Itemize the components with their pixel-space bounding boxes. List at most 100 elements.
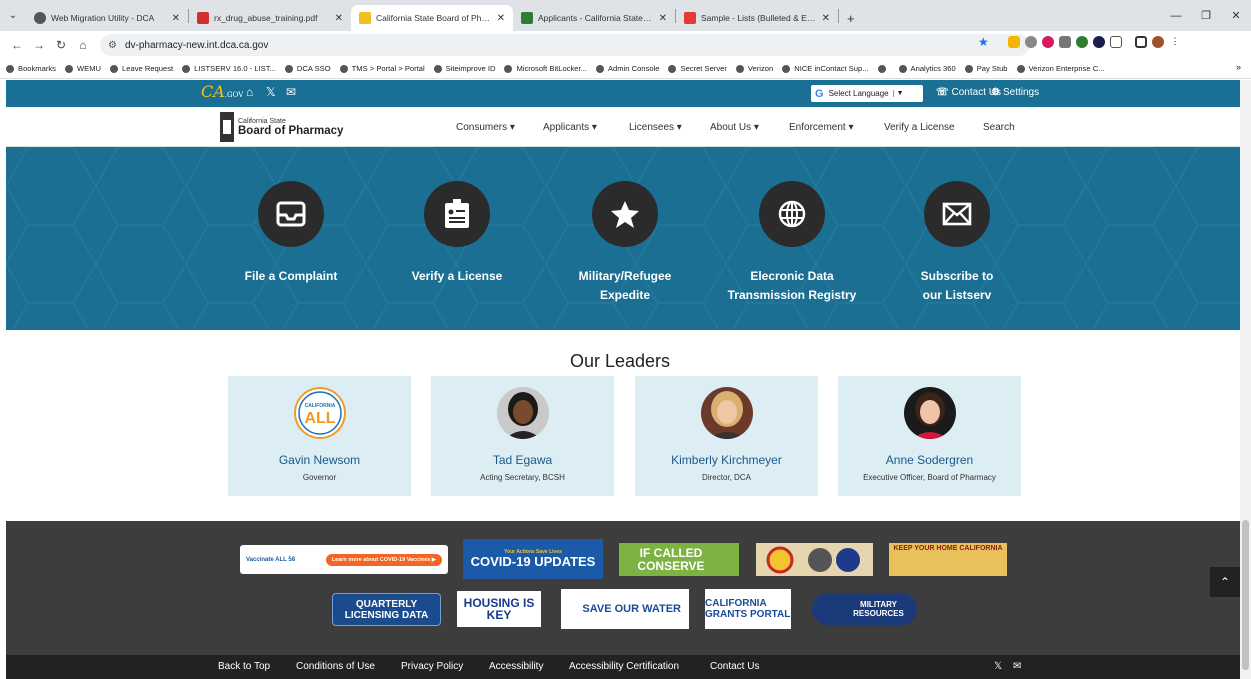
puzzle-icon[interactable] [1110, 36, 1122, 48]
browser-tab[interactable]: rx_drug_abuse_training.pdf ✕ [189, 5, 351, 31]
bookmark-favicon [1016, 64, 1025, 73]
settings-link[interactable]: ⚙ Settings [991, 87, 1039, 98]
new-tab-button[interactable]: + [839, 5, 863, 31]
action-verify-license[interactable]: Verify a License [367, 181, 547, 286]
board-logo[interactable]: California State Board of Pharmacy [220, 112, 343, 142]
extension-icon[interactable] [1076, 36, 1088, 48]
bookmark-star-icon[interactable]: ★ [978, 35, 989, 49]
forward-icon[interactable]: → [28, 38, 50, 52]
profile-icon[interactable] [1152, 36, 1164, 48]
bookmark-item[interactable]: Leave Request [110, 64, 173, 73]
email-icon[interactable]: ✉ [286, 85, 296, 99]
nav-consumers[interactable]: Consumers ▾ [456, 122, 515, 133]
x-icon[interactable]: 𝕏 [994, 661, 1002, 672]
minimize-icon[interactable]: — [1161, 10, 1191, 22]
ca-gov-logo[interactable]: CA.GOV [201, 82, 243, 101]
action-edtr[interactable]: Elecronic Data Transmission Registry [702, 181, 882, 305]
vaccinate-banner[interactable]: Vaccinate ALL 58 Learn more about COVID-… [240, 545, 448, 574]
scroll-to-top-button[interactable]: ⌃ [1210, 567, 1240, 597]
footer-link[interactable]: Contact Us [710, 661, 759, 672]
leader-card[interactable]: Kimberly Kirchmeyer Director, DCA [635, 376, 818, 496]
extension-icon[interactable] [1059, 36, 1071, 48]
covid-banner[interactable]: Your Actions Save Lives COVID-19 UPDATES [463, 539, 603, 579]
extension-icon[interactable] [1008, 36, 1020, 48]
scrollbar-thumb[interactable] [1242, 520, 1249, 670]
bookmark-item[interactable]: NICE inContact Sup... [782, 64, 869, 73]
nav-enforcement[interactable]: Enforcement ▾ [789, 122, 854, 133]
extension-icon[interactable] [1025, 36, 1037, 48]
browser-tab[interactable]: Web Migration Utility - DCA ✕ [26, 5, 188, 31]
nav-search[interactable]: Search [983, 122, 1015, 133]
menu-icon[interactable]: ⋮ [1169, 36, 1181, 48]
bookmark-item[interactable]: LISTSERV 16.0 - LIST... [182, 64, 276, 73]
housing-banner[interactable]: HOUSING IS KEY [457, 591, 541, 627]
back-icon[interactable]: ← [6, 38, 28, 52]
restore-icon[interactable]: ❐ [1191, 9, 1221, 22]
leader-card[interactable]: Tad Egawa Acting Secretary, BCSH [431, 376, 614, 496]
bookmark-item[interactable]: Siteimprove ID [433, 64, 495, 73]
browser-tab-active[interactable]: California State Board of Pharm ✕ [351, 5, 513, 31]
footer-link[interactable]: Accessibility [489, 661, 543, 672]
bookmark-item[interactable]: DCA SSO [284, 64, 331, 73]
action-label-2: Expedite [599, 288, 650, 302]
bookmark-item[interactable]: Microsoft BitLocker... [504, 64, 587, 73]
action-subscribe[interactable]: Subscribe to our Listserv [867, 181, 1047, 305]
home-icon[interactable]: ⌂ [246, 85, 253, 99]
language-select[interactable]: G Select Language ▼ [811, 85, 923, 102]
bookmark-item[interactable]: Verizon [735, 64, 773, 73]
browser-tab[interactable]: Sample - Lists (Bulleted & Expa ✕ [676, 5, 838, 31]
bookmark-item[interactable]: Admin Console [595, 64, 659, 73]
keep-home-banner[interactable]: KEEP YOUR HOME CALIFORNIA [889, 543, 1007, 576]
quarterly-data-banner[interactable]: QUARTERLY LICENSING DATA [332, 593, 441, 626]
tab-search-icon[interactable]: ⌄ [0, 0, 26, 31]
motorcycle-safety-banner[interactable] [756, 543, 873, 576]
bookmark-item[interactable]: Verizon Enterprise C... [1016, 64, 1105, 73]
seal-icon [220, 112, 234, 142]
sidepanel-icon[interactable] [1135, 36, 1147, 48]
bookmark-item[interactable]: Bookmarks [6, 64, 56, 73]
leader-card[interactable]: CALIFORNIA ALL Gavin Newsom Governor [228, 376, 411, 496]
page-scrollbar[interactable] [1240, 80, 1251, 679]
footer-link[interactable]: Privacy Policy [401, 661, 463, 672]
extension-icon[interactable] [1093, 36, 1105, 48]
site-info-icon[interactable]: ⚙ [108, 40, 117, 51]
x-icon[interactable]: 𝕏 [266, 85, 276, 99]
bookmark-item[interactable]: WEMU [64, 64, 101, 73]
address-bar[interactable]: ⚙ dv-pharmacy-new.int.dca.ca.gov [100, 34, 1030, 56]
leader-card[interactable]: Anne Sodergren Executive Officer, Board … [838, 376, 1021, 496]
nav-verify-license[interactable]: Verify a License [884, 122, 955, 133]
close-icon[interactable]: ✕ [335, 13, 343, 24]
conserve-banner[interactable]: IF CALLED CONSERVE [619, 543, 739, 576]
home-icon[interactable]: ⌂ [72, 38, 94, 52]
bookmark-item[interactable]: Analytics 360 [898, 64, 956, 73]
close-icon[interactable]: ✕ [172, 13, 180, 24]
bookmark-item[interactable]: TMS > Portal > Portal [339, 64, 425, 73]
action-file-complaint[interactable]: File a Complaint [201, 181, 381, 286]
bookmark-item[interactable]: Secret Server [668, 64, 727, 73]
bookmark-item[interactable] [877, 64, 890, 73]
extension-icon[interactable] [1042, 36, 1054, 48]
footer-link[interactable]: Back to Top [218, 661, 270, 672]
bookmark-favicon [735, 64, 744, 73]
grants-portal-banner[interactable]: CALIFORNIA GRANTS PORTAL [705, 589, 791, 629]
close-icon[interactable]: ✕ [822, 13, 830, 24]
action-military-expedite[interactable]: Military/Refugee Expedite [535, 181, 715, 305]
footer-link[interactable]: Conditions of Use [296, 661, 375, 672]
military-resources-banner[interactable]: MILITARY RESOURCES [812, 593, 917, 625]
leader-name: Kimberly Kirchmeyer [671, 453, 782, 467]
browser-tab[interactable]: Applicants - California State Bo ✕ [513, 5, 675, 31]
leader-role: Governor [302, 473, 337, 482]
email-icon[interactable]: ✉ [1013, 661, 1021, 672]
save-water-banner[interactable]: SAVE OUR WATER [561, 589, 689, 629]
reload-icon[interactable]: ↻ [50, 38, 72, 52]
nav-licensees[interactable]: Licensees ▾ [629, 122, 682, 133]
bookmarks-more-button[interactable]: » [1236, 62, 1241, 72]
nav-about-us[interactable]: About Us ▾ [710, 122, 759, 133]
close-icon[interactable]: ✕ [497, 13, 505, 24]
close-window-icon[interactable]: ✕ [1221, 9, 1251, 22]
nav-applicants[interactable]: Applicants ▾ [543, 122, 597, 133]
bookmark-item[interactable]: Pay Stub [964, 64, 1008, 73]
close-icon[interactable]: ✕ [659, 13, 667, 24]
svg-text:ALL: ALL [304, 410, 335, 427]
footer-link[interactable]: Accessibility Certification [569, 661, 679, 672]
